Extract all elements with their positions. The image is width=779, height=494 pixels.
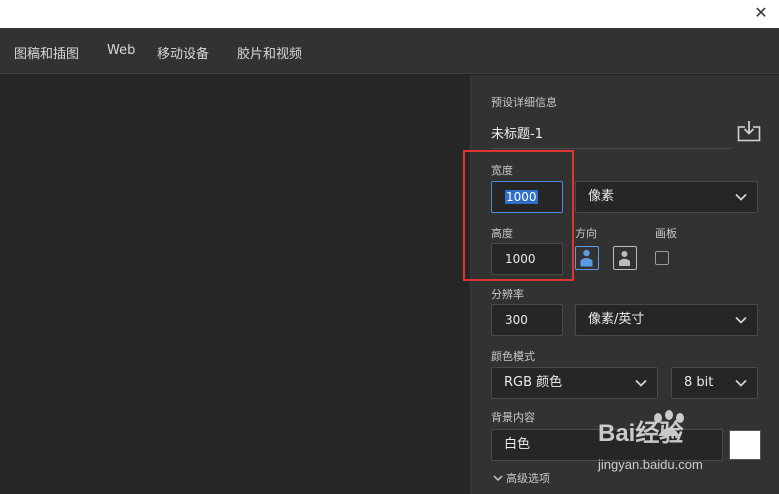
name-underline	[491, 148, 731, 149]
advanced-options-label: 高级选项	[506, 472, 550, 485]
close-icon[interactable]: ✕	[751, 3, 771, 23]
section-title: 预设详细信息	[491, 96, 557, 109]
width-value: 1000	[505, 190, 538, 204]
resolution-unit-dropdown[interactable]: 像素/英寸	[575, 304, 758, 336]
tab-art-illustration[interactable]: 图稿和插图	[14, 43, 79, 62]
height-value: 1000	[505, 252, 536, 266]
width-unit-value: 像素	[588, 189, 615, 204]
advanced-options-toggle[interactable]: 高级选项	[493, 470, 550, 486]
color-mode-value: RGB 颜色	[504, 375, 563, 390]
chevron-down-icon	[735, 193, 747, 201]
chevron-down-icon	[735, 379, 747, 387]
background-label: 背景内容	[491, 411, 535, 424]
preset-details-panel: 预设详细信息 未标题-1 宽度 1000 像素 高度 1000 方向 画板 分辨…	[470, 75, 779, 494]
resolution-value: 300	[505, 313, 528, 327]
portrait-orientation-button[interactable]	[575, 246, 599, 270]
preset-list-area	[0, 75, 470, 494]
background-dropdown[interactable]: 白色	[491, 429, 723, 461]
height-label: 高度	[491, 227, 513, 240]
artboard-label: 画板	[655, 227, 677, 240]
background-color-swatch[interactable]	[729, 430, 761, 460]
preset-tabbar: 图稿和插图 Web 移动设备 胶片和视频	[0, 28, 779, 74]
landscape-icon	[619, 251, 630, 266]
landscape-orientation-button[interactable]	[613, 246, 637, 270]
resolution-input[interactable]: 300	[491, 304, 563, 336]
tab-mobile[interactable]: 移动设备	[157, 43, 209, 62]
width-input[interactable]: 1000	[491, 181, 563, 213]
chevron-down-icon	[635, 379, 647, 387]
orientation-label: 方向	[575, 227, 597, 240]
window-titlebar: ✕	[0, 0, 779, 28]
bit-depth-value: 8 bit	[684, 375, 714, 390]
resolution-label: 分辨率	[491, 288, 524, 301]
document-name-field[interactable]: 未标题-1	[491, 123, 543, 142]
save-preset-icon[interactable]	[737, 120, 761, 142]
color-mode-dropdown[interactable]: RGB 颜色	[491, 367, 658, 399]
width-unit-dropdown[interactable]: 像素	[575, 181, 758, 213]
tab-web[interactable]: Web	[107, 43, 135, 58]
portrait-icon	[580, 249, 593, 267]
height-input[interactable]: 1000	[491, 243, 563, 275]
color-mode-label: 颜色模式	[491, 350, 535, 363]
artboard-checkbox[interactable]	[655, 251, 669, 265]
background-value: 白色	[504, 437, 531, 452]
chevron-down-icon	[735, 316, 747, 324]
bit-depth-dropdown[interactable]: 8 bit	[671, 367, 758, 399]
tab-film-video[interactable]: 胶片和视频	[237, 43, 302, 62]
chevron-down-icon	[493, 475, 503, 482]
width-label: 宽度	[491, 164, 513, 177]
resolution-unit-value: 像素/英寸	[588, 312, 645, 327]
